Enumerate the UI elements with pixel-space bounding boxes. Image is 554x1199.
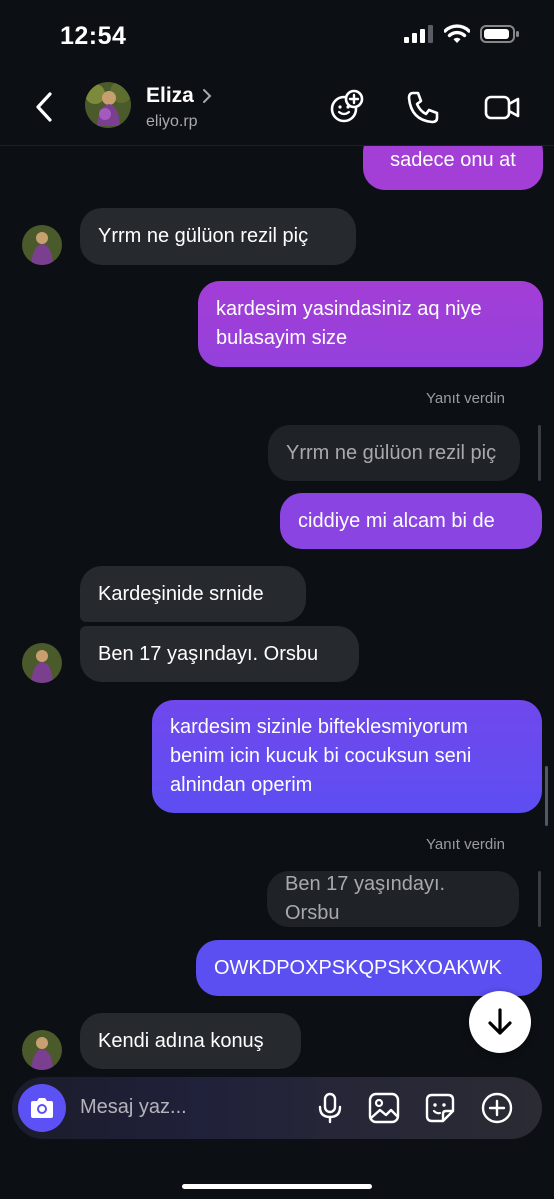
add-circle-icon[interactable] xyxy=(481,1092,513,1124)
quote-indicator xyxy=(538,871,541,927)
reply-label: Yanıt verdin xyxy=(426,836,505,853)
message-incoming[interactable]: Kendi adına konuş xyxy=(80,1013,301,1069)
contact-name-row[interactable]: Eliza xyxy=(146,84,212,108)
gallery-icon[interactable] xyxy=(368,1092,400,1124)
message-incoming[interactable]: Ben 17 yaşındayı. Orsbu xyxy=(80,626,359,682)
message-incoming[interactable]: Kardeşinide srnide xyxy=(80,566,306,622)
chat-header: Eliza eliyo.rp xyxy=(0,72,554,146)
message-outgoing[interactable]: sadece onu at xyxy=(363,146,543,190)
arrow-down-icon xyxy=(488,1008,512,1035)
camera-icon xyxy=(31,1098,53,1118)
home-indicator xyxy=(182,1184,372,1189)
message-outgoing[interactable]: kardesim yasindasiniz aq niye bulasayim … xyxy=(198,281,543,367)
status-bar: 12:54 xyxy=(0,0,554,72)
camera-button[interactable] xyxy=(18,1084,66,1132)
sender-avatar[interactable] xyxy=(22,225,62,265)
effects-icon[interactable] xyxy=(328,89,364,125)
message-input[interactable]: Mesaj yaz... xyxy=(80,1096,187,1119)
sender-avatar[interactable] xyxy=(22,643,62,683)
quote-indicator xyxy=(538,425,541,481)
status-time: 12:54 xyxy=(60,22,127,50)
sender-avatar[interactable] xyxy=(22,1030,62,1070)
back-arrow-icon[interactable] xyxy=(30,90,60,124)
phone-call-icon[interactable] xyxy=(405,89,441,125)
chevron-right-icon xyxy=(202,89,212,103)
message-outgoing[interactable]: ciddiye mi alcam bi de xyxy=(280,493,542,549)
status-icons xyxy=(404,24,520,44)
sticker-icon[interactable] xyxy=(424,1092,456,1124)
wifi-icon xyxy=(444,24,470,43)
battery-icon xyxy=(480,25,519,43)
scrollbar[interactable] xyxy=(545,766,548,826)
video-call-icon[interactable] xyxy=(484,89,520,125)
message-outgoing[interactable]: kardesim sizinle bifteklesmiyorum benim … xyxy=(152,700,542,813)
message-incoming[interactable]: Yrrm ne gülüon rezil piç xyxy=(80,208,356,265)
quoted-message[interactable]: Yrrm ne gülüon rezil piç xyxy=(268,425,520,481)
microphone-icon[interactable] xyxy=(314,1092,346,1124)
cellular-signal-icon xyxy=(404,25,433,43)
reply-label: Yanıt verdin xyxy=(426,390,505,407)
message-list[interactable]: sadece onu at Yrrm ne gülüon rezil piç k… xyxy=(0,146,554,1074)
scroll-to-bottom-button[interactable] xyxy=(469,991,531,1053)
message-outgoing[interactable]: OWKDPOXPSKQPSKXOAKWK xyxy=(196,940,542,996)
contact-handle: eliyo.rp xyxy=(146,113,198,130)
contact-avatar[interactable] xyxy=(85,82,131,128)
quoted-message[interactable]: Ben 17 yaşındayı. Orsbu xyxy=(267,871,519,927)
contact-name: Eliza xyxy=(146,84,194,107)
message-composer: Mesaj yaz... xyxy=(12,1077,542,1139)
